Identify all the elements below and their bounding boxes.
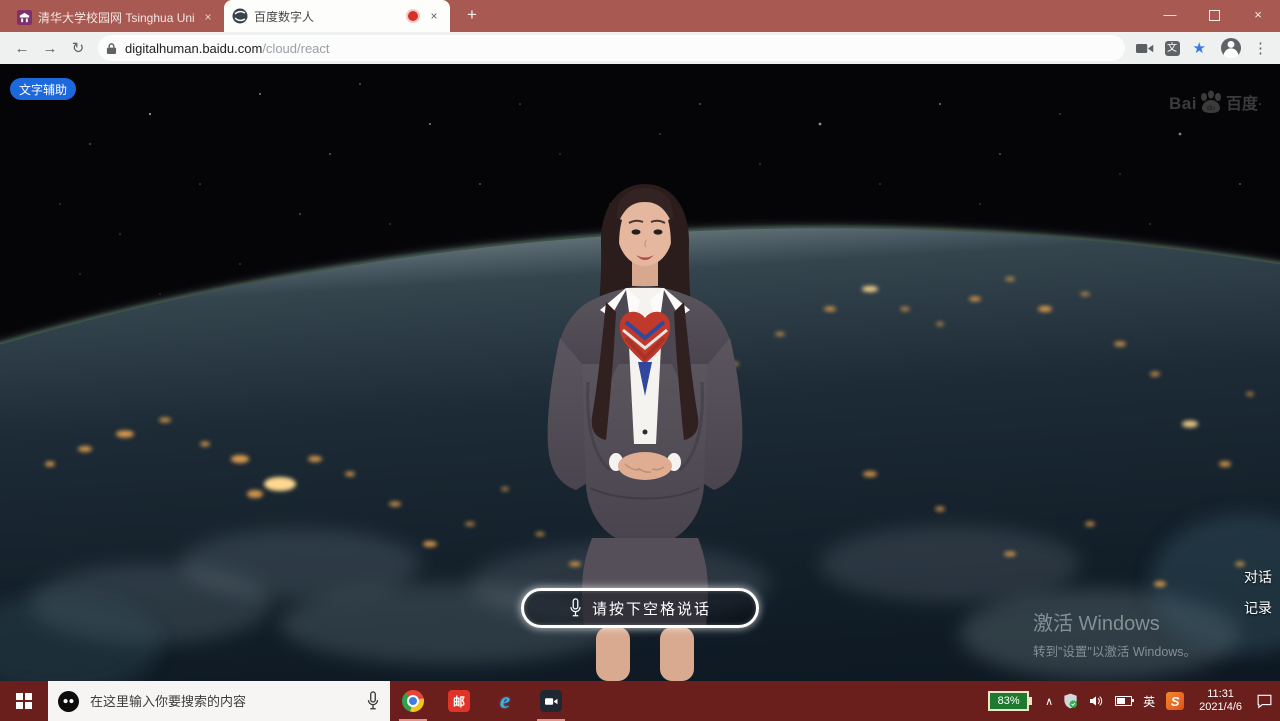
system-tray: 83% ∧ 英 S 11:31 2021/4/6 (988, 681, 1280, 721)
windows-activation-watermark: 激活 Windows 转到"设置"以激活 Windows。 (1033, 607, 1196, 660)
taskbar-chrome-icon[interactable] (390, 681, 436, 721)
url-path: /cloud/react (262, 41, 329, 56)
windows-logo-icon (16, 693, 33, 710)
close-tab-icon[interactable]: × (426, 9, 442, 23)
push-to-talk-button[interactable]: 请按下空格说话 (521, 588, 759, 628)
browser-navbar: ← → ↻ digitalhuman.baidu.com/cloud/react… (0, 32, 1280, 64)
taskbar-search-box[interactable] (48, 681, 390, 721)
menu-kebab-icon[interactable]: ⋮ (1253, 39, 1268, 57)
url-domain: digitalhuman.baidu.com (125, 41, 262, 56)
video-recorder-icon (540, 690, 562, 712)
activation-subtitle: 转到"设置"以激活 Windows。 (1033, 641, 1196, 660)
tab-label: 百度数字人 (254, 8, 402, 25)
address-bar[interactable]: digitalhuman.baidu.com/cloud/react (98, 35, 1125, 61)
battery-badge-nub (1029, 697, 1032, 705)
text-assist-button[interactable]: 文字辅助 (10, 78, 76, 100)
restore-button[interactable] (1192, 0, 1236, 30)
tab-digitalhuman[interactable]: 百度数字人 × (224, 0, 450, 32)
start-button[interactable] (0, 681, 48, 721)
sogou-input-icon[interactable]: S (1166, 692, 1184, 710)
taskbar-search-input[interactable] (88, 693, 366, 710)
restore-icon (1209, 10, 1220, 21)
new-tab-button[interactable]: + (462, 5, 482, 25)
close-window-button[interactable]: × (1236, 0, 1280, 30)
side-menu-dialog[interactable]: 对话 (1244, 567, 1272, 587)
action-center-icon[interactable] (1256, 693, 1273, 709)
baidu-paw-icon: du (1198, 90, 1224, 114)
language-indicator[interactable]: 英 (1143, 693, 1155, 710)
page-viewport: 文字辅助 Bai du 百度 请按下空格说话 对话 记录 激活 Windows … (0, 64, 1280, 681)
bookmark-star-icon[interactable]: ★ (1193, 39, 1206, 57)
svg-text:du: du (1207, 105, 1215, 112)
navbar-actions: 文 ★ ⋮ (1131, 38, 1272, 58)
window-controls: — × (1148, 0, 1280, 30)
recording-indicator-icon (408, 11, 418, 21)
tab-tsinghua[interactable]: 清华大学校园网 Tsinghua Univ × (8, 2, 224, 32)
baidu-watermark-bai: Bai (1169, 94, 1197, 114)
battery-icon[interactable] (1115, 696, 1132, 706)
battery-percent-badge: 83% (988, 691, 1029, 711)
push-to-talk-label: 请按下空格说话 (592, 598, 711, 619)
forward-button[interactable]: → (36, 40, 64, 57)
globe-favicon-icon (232, 8, 248, 24)
mail-icon: 邮 (448, 690, 470, 712)
taskbar-clock[interactable]: 11:31 2021/4/6 (1199, 688, 1242, 714)
activation-title: 激活 Windows (1033, 607, 1196, 636)
translate-icon[interactable]: 文 (1165, 41, 1180, 56)
tsinghua-favicon-icon (16, 9, 32, 25)
baidu-watermark: Bai du 百度 (1169, 90, 1258, 114)
profile-avatar[interactable] (1221, 38, 1241, 58)
speaker-icon[interactable] (1088, 694, 1104, 708)
back-button[interactable]: ← (8, 40, 36, 57)
taskbar-camera-icon[interactable] (528, 681, 574, 721)
side-menu: 对话 记录 (1244, 567, 1272, 618)
taskbar-mail-icon[interactable]: 邮 (436, 681, 482, 721)
tray-expand-chevron-icon[interactable]: ∧ (1045, 695, 1053, 708)
text-assist-label: 文字辅助 (19, 81, 67, 98)
lock-icon (106, 42, 117, 55)
camera-icon[interactable] (1136, 42, 1154, 55)
tab-label: 清华大学校园网 Tsinghua Univ (38, 9, 194, 26)
baidu-watermark-cn: 百度 (1226, 90, 1258, 114)
search-mic-icon[interactable] (366, 691, 380, 711)
side-menu-records[interactable]: 记录 (1244, 598, 1272, 618)
minimize-button[interactable]: — (1148, 0, 1192, 30)
taskbar-ie-icon[interactable]: e (482, 681, 528, 721)
close-tab-icon[interactable]: × (200, 10, 216, 24)
clock-date: 2021/4/6 (1199, 701, 1242, 714)
windows-taskbar: 邮 e 83% ∧ 英 S 11:31 2021/4/6 (0, 681, 1280, 721)
defender-shield-icon[interactable] (1063, 693, 1078, 709)
internet-explorer-icon: e (500, 688, 510, 714)
chrome-icon (402, 690, 424, 712)
cortana-icon (58, 691, 79, 712)
refresh-button[interactable]: ↻ (64, 39, 92, 57)
clock-time: 11:31 (1199, 688, 1242, 701)
microphone-icon (569, 598, 582, 618)
browser-titlebar: 清华大学校园网 Tsinghua Univ × 百度数字人 × + — × (0, 0, 1280, 32)
